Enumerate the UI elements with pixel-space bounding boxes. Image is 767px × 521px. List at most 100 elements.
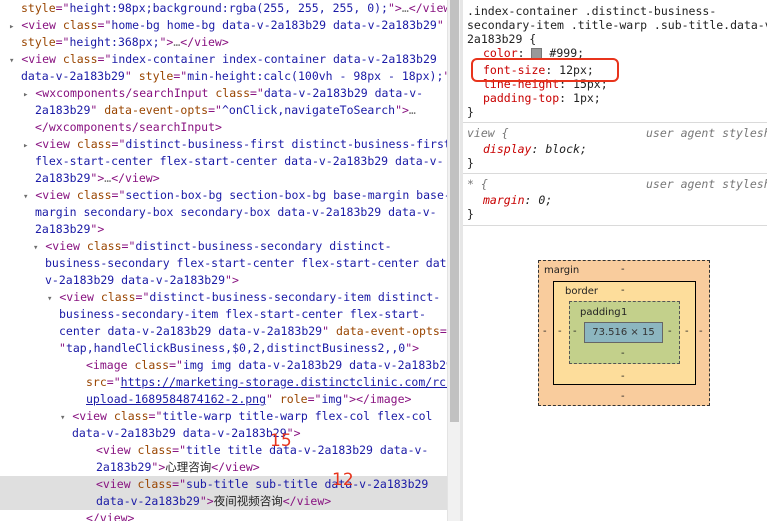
dom-node-line[interactable]: ▾ <view class="distinct-business-seconda… <box>0 238 447 255</box>
dom-node-line[interactable]: "tap,handleClickBusiness,$0,2,distinctBu… <box>0 340 447 357</box>
code-token: … <box>401 1 409 15</box>
code-token: "> <box>405 341 420 355</box>
dom-node-line[interactable]: business-secondary-item flex-start-cente… <box>0 306 447 323</box>
dom-node-line[interactable]: data-v-2a183b29">夜间视频咨询</view> <box>0 493 447 510</box>
code-token: home-bg home-bg data-v-2a183b29 data-v-2… <box>111 18 437 32</box>
code-token: "> <box>199 494 214 508</box>
rule-separator <box>463 122 767 123</box>
style-padding-top-decl[interactable]: padding-top: 1px; <box>483 91 601 106</box>
rule-selector-line-2[interactable]: secondary-item .title-warp .sub-title.da… <box>467 18 767 33</box>
margin-left-value: - <box>543 326 547 337</box>
expand-triangle-icon[interactable]: ▸ <box>9 22 14 32</box>
dom-node-line[interactable]: src="https://marketing-storage.distinctc… <box>0 374 447 391</box>
code-token: height:98px;background:rgba(255, 255, 25… <box>69 1 388 15</box>
border-label: border <box>565 286 599 297</box>
dom-node-line[interactable]: <view class="sub-title sub-title data-v-… <box>0 476 447 493</box>
code-token: </view> <box>408 1 447 15</box>
expand-triangle-icon[interactable]: ▾ <box>33 243 38 253</box>
dom-node-line[interactable]: </view> <box>0 510 447 521</box>
code-token: 2a183b29 <box>35 103 91 117</box>
ua-rule-star-source: user agent styleshe <box>646 177 767 191</box>
code-token: <view <box>21 18 63 32</box>
box-model-content[interactable]: 73.516 × 15 <box>584 322 663 343</box>
dom-node-line[interactable]: ▸ <wxcomponents/searchInput class="data-… <box>0 85 447 102</box>
code-token[interactable]: https://marketing-storage.distinctclinic… <box>121 375 447 389</box>
dom-node-line[interactable]: v-2a183b29 data-v-2a183b29"> <box>0 272 447 289</box>
code-token: 2a183b29 <box>35 171 91 185</box>
code-token: 2a183b29 <box>35 222 91 236</box>
dom-node-line[interactable]: style="height:368px;">…</view> <box>0 34 447 51</box>
dom-node-line[interactable]: </wxcomponents/searchInput> <box>0 119 447 136</box>
code-token: <view <box>96 477 138 491</box>
code-token: title title data-v-2a183b29 data-v- <box>186 443 429 457</box>
dom-node-line[interactable]: ▾ <view class="title-warp title-warp fle… <box>0 408 447 425</box>
dom-node-line[interactable]: margin secondary-box secondary-box data-… <box>0 204 447 221</box>
code-token[interactable]: upload-1689584874162-2.png <box>86 392 266 406</box>
dom-node-line[interactable]: flex-start-center flex-start-center data… <box>0 153 447 170</box>
code-token: "> <box>151 460 166 474</box>
code-token: " <box>59 341 66 355</box>
code-token: <view <box>35 137 77 151</box>
dom-node-line[interactable]: data-v-2a183b29" style="min-height:calc(… <box>0 68 447 85</box>
scrollbar-thumb[interactable] <box>450 0 459 422</box>
dom-node-line[interactable]: 2a183b29">…</view> <box>0 170 447 187</box>
dom-node-line[interactable]: ▾ <view class="distinct-business-seconda… <box>0 289 447 306</box>
padding-right-value: - <box>668 326 672 337</box>
border-top-value: - <box>621 285 625 296</box>
code-token: style <box>138 69 174 83</box>
elements-panel: style="height:98px;background:rgba(255, … <box>0 0 447 521</box>
code-token: data-v-2a183b29 <box>96 494 200 508</box>
dom-node-line[interactable]: style="height:98px;background:rgba(255, … <box>0 0 447 17</box>
rule-selector-line-1[interactable]: .index-container .distinct-business- <box>467 4 716 19</box>
margin-top-value: - <box>621 264 625 275</box>
code-token: <view <box>72 409 114 423</box>
code-token: img <box>321 392 343 406</box>
dom-node-line[interactable]: 2a183b29"> <box>0 221 447 238</box>
dom-node-line[interactable]: 2a183b29" data-event-opts="^onClick,navi… <box>0 102 447 119</box>
dom-node-line[interactable]: ▸ <view class="home-bg home-bg data-v-2a… <box>0 17 447 34</box>
code-token: business-secondary-item flex-start-cente… <box>59 307 426 321</box>
dom-node-line[interactable]: center data-v-2a183b29 data-v-2a183b29" … <box>0 323 447 340</box>
rule-selector-line-3[interactable]: 2a183b29 { <box>467 32 536 47</box>
dom-node-line[interactable]: upload-1689584874162-2.png" role="img"><… <box>0 391 447 408</box>
expand-triangle-icon[interactable]: ▾ <box>47 294 52 304</box>
code-token: class <box>76 137 112 151</box>
dom-node-line[interactable]: ▾ <view class="index-container index-con… <box>0 51 447 68</box>
dom-node-line[interactable]: data-v-2a183b29 data-v-2a183b29"> <box>0 425 447 442</box>
code-token: =" <box>172 443 187 457</box>
code-token: class <box>134 358 170 372</box>
padding-label: padding <box>580 307 621 318</box>
padding-left-value: - <box>573 326 577 337</box>
elements-scrollbar[interactable] <box>447 0 461 521</box>
code-token: flex-start-center flex-start-center data… <box>35 154 444 168</box>
code-token: "></image> <box>342 392 412 406</box>
code-token: <view <box>45 239 87 253</box>
rule-close-brace: } <box>467 105 474 119</box>
expand-triangle-icon[interactable]: ▾ <box>9 56 14 66</box>
code-token: </view> <box>180 35 229 49</box>
dom-node-line[interactable]: <view class="title title data-v-2a183b29… <box>0 442 447 459</box>
expand-triangle-icon[interactable]: ▸ <box>23 141 28 151</box>
code-token: distinct-business-secondary-item distinc… <box>149 290 441 304</box>
style-prop: padding-top <box>483 91 560 105</box>
expand-triangle-icon[interactable]: ▸ <box>23 90 28 100</box>
code-token: =" <box>111 137 126 151</box>
dom-node-line[interactable]: 2a183b29">心理咨询</view> <box>0 459 447 476</box>
code-token: = <box>439 324 447 338</box>
border-bottom-value: - <box>621 371 625 382</box>
dom-node-line[interactable]: ▾ <view class="section-box-bg section-bo… <box>0 187 447 204</box>
dom-node-line[interactable]: ▸ <view class="distinct-business-first d… <box>0 136 447 153</box>
code-token: src <box>86 375 107 389</box>
code-token: =" <box>55 35 70 49</box>
dom-node-line[interactable]: <image class="img img data-v-2a183b29 da… <box>0 357 447 374</box>
expand-triangle-icon[interactable]: ▾ <box>23 192 28 202</box>
annotation-subtitle-size: 12 <box>332 470 354 490</box>
dom-node-line[interactable]: business-secondary flex-start-center fle… <box>0 255 447 272</box>
rule-close-brace: } <box>467 207 474 221</box>
code-token: </view> <box>211 460 260 474</box>
code-token: =" <box>106 375 121 389</box>
expand-triangle-icon[interactable]: ▾ <box>60 413 65 423</box>
code-token: "> <box>90 222 105 236</box>
code-token: min-height:calc(100vh - 98px - 18px); <box>187 69 444 83</box>
code-token: </wxcomponents/searchInput> <box>35 120 222 134</box>
